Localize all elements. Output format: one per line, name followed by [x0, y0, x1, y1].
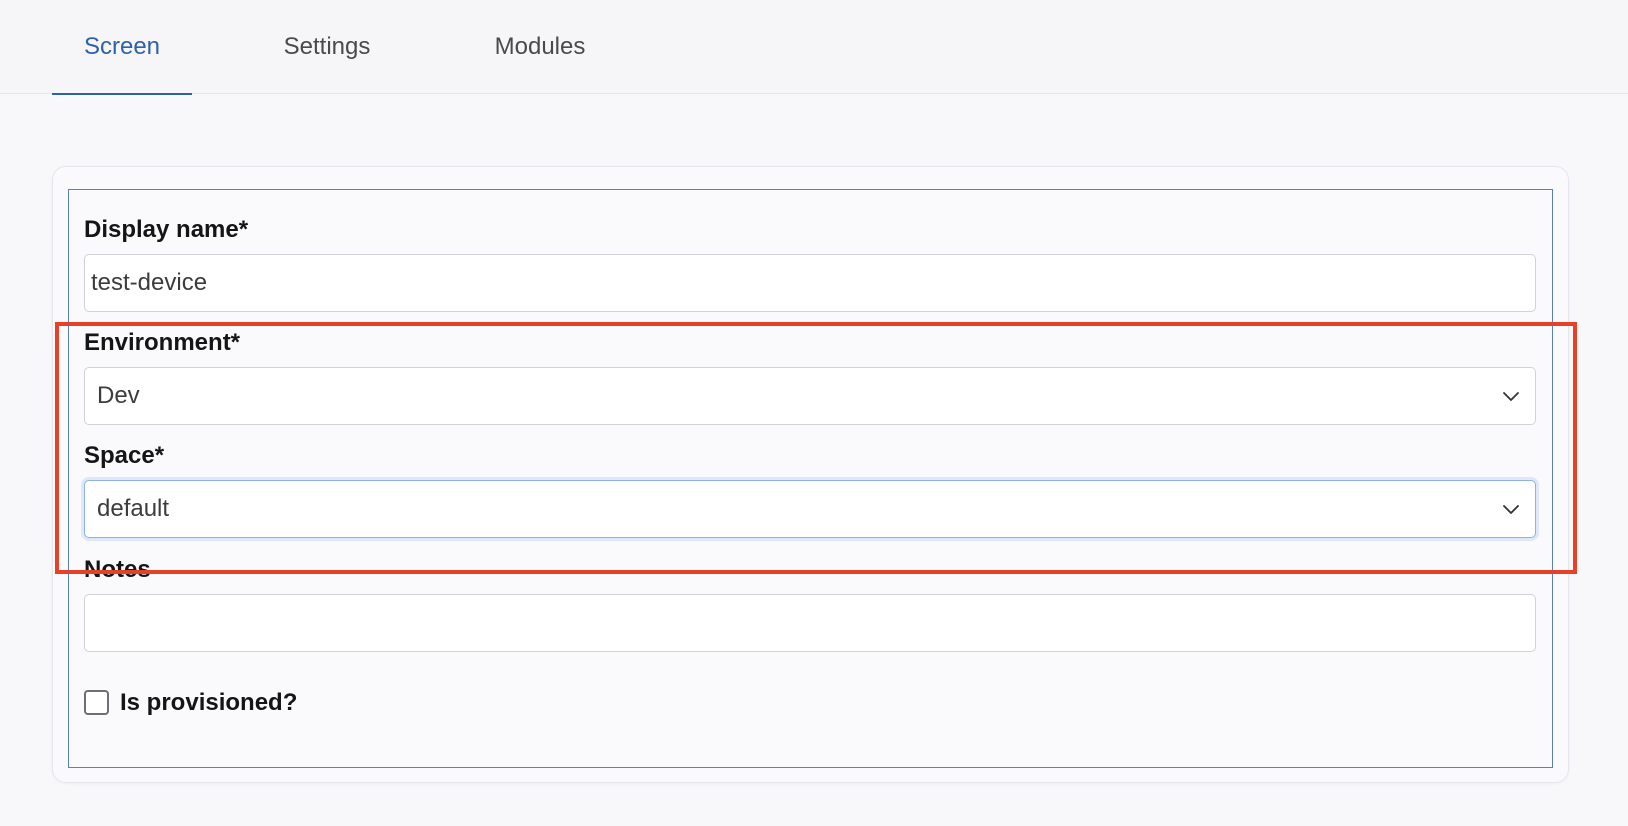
- environment-select[interactable]: Dev: [84, 367, 1536, 425]
- is-provisioned-checkbox[interactable]: [84, 690, 109, 715]
- space-label: Space*: [84, 442, 165, 469]
- tab-bar: Screen Settings Modules: [0, 0, 1628, 95]
- notes-input[interactable]: [84, 594, 1536, 652]
- chevron-down-icon: [1503, 392, 1519, 401]
- tab-screen[interactable]: Screen: [52, 0, 192, 95]
- display-name-label: Display name*: [84, 216, 249, 243]
- space-select[interactable]: default: [84, 480, 1536, 538]
- environment-selected-value: Dev: [97, 382, 140, 409]
- display-name-input[interactable]: test-device: [84, 254, 1536, 312]
- environment-label: Environment*: [84, 329, 241, 356]
- tab-modules[interactable]: Modules: [478, 0, 602, 94]
- device-edit-page: Screen Settings Modules Display name* te…: [0, 0, 1628, 826]
- is-provisioned-label[interactable]: Is provisioned?: [120, 689, 297, 717]
- notes-label: Notes: [84, 556, 151, 583]
- space-selected-value: default: [97, 495, 170, 522]
- tab-settings[interactable]: Settings: [260, 0, 394, 94]
- chevron-down-icon: [1503, 505, 1519, 514]
